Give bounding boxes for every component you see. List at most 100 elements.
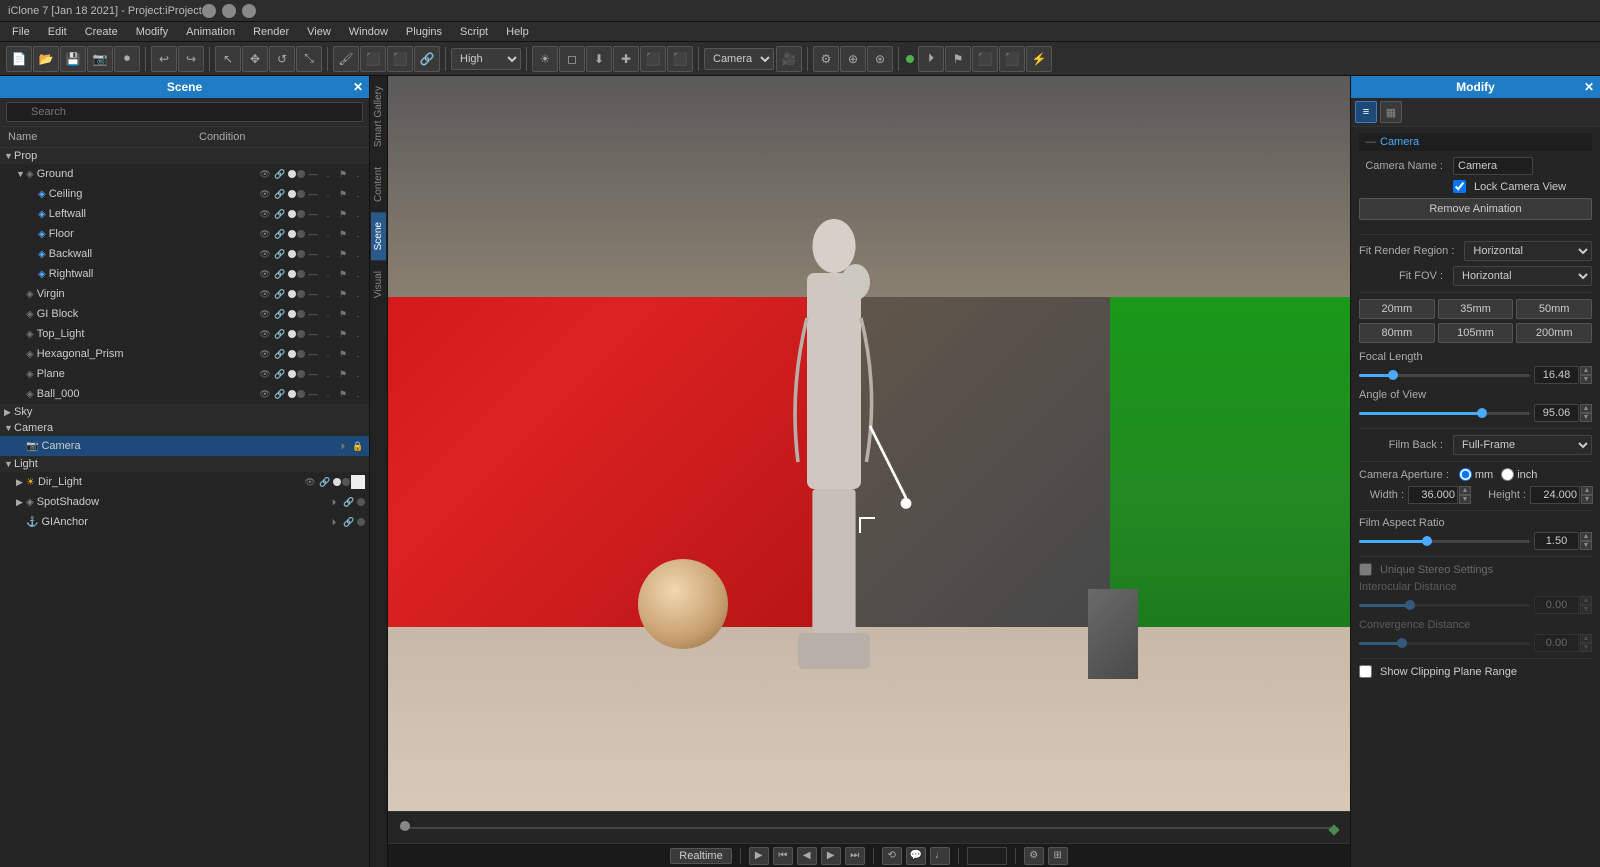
width-step-up[interactable]: ▲ (1459, 486, 1471, 495)
backwall-link-icon[interactable]: 🔗 (273, 247, 287, 261)
open-button[interactable]: 📂 (33, 46, 59, 72)
tree-group-prop-header[interactable]: ▼ Prop (0, 148, 369, 164)
menu-create[interactable]: Create (77, 25, 126, 39)
view5-button[interactable]: ⬛ (667, 46, 693, 72)
ceiling-dot2[interactable] (297, 190, 305, 198)
tab-content[interactable]: Content (371, 157, 386, 212)
rightwall-dot1[interactable] (288, 270, 296, 278)
rightwall-flag-icon[interactable]: ⚑ (336, 267, 350, 281)
menu-animation[interactable]: Animation (178, 25, 243, 39)
ball-dot1[interactable] (288, 390, 296, 398)
giblock-eye-icon[interactable]: 👁 (258, 307, 272, 321)
rotate-button[interactable]: ↺ (269, 46, 295, 72)
view-mode-button[interactable]: ◻ (559, 46, 585, 72)
video-camera-button[interactable]: 🎥 (776, 46, 802, 72)
menu-render[interactable]: Render (245, 25, 297, 39)
camera-select[interactable]: Camera (704, 48, 774, 70)
fit-fov-select[interactable]: Horizontal Vertical (1453, 266, 1592, 286)
next-frame-button[interactable]: ⏭ (845, 847, 865, 865)
fit-render-select[interactable]: Horizontal Vertical (1464, 241, 1592, 261)
spotshadow-play[interactable]: ⏵ (327, 495, 341, 509)
rightwall-dot2[interactable] (297, 270, 305, 278)
film-aspect-thumb[interactable] (1422, 536, 1432, 546)
tree-row-camera[interactable]: 📷 Camera ⏵ 🔒 (0, 436, 369, 456)
mm-35-button[interactable]: 35mm (1438, 299, 1514, 319)
snap-button[interactable]: ⬛ (387, 46, 413, 72)
floor-flag-icon[interactable]: ⚑ (336, 227, 350, 241)
hexprism-dot2[interactable] (297, 350, 305, 358)
remove-animation-button[interactable]: Remove Animation (1359, 198, 1592, 220)
tree-group-camera-header[interactable]: ▼ Camera (0, 420, 369, 436)
tool3-button[interactable]: ⊛ (867, 46, 893, 72)
leftwall-dot1[interactable] (288, 210, 296, 218)
clipping-checkbox[interactable] (1359, 665, 1372, 678)
anim1-button[interactable]: ⏵ (918, 46, 944, 72)
tool1-button[interactable]: ⚙ (813, 46, 839, 72)
ball-dot2[interactable] (297, 390, 305, 398)
film-aspect-step-down[interactable]: ▼ (1580, 541, 1592, 550)
virgin-link-icon[interactable]: 🔗 (273, 287, 287, 301)
film-aspect-step-up[interactable]: ▲ (1580, 532, 1592, 541)
tree-row-rightwall[interactable]: ◈ Rightwall 👁 🔗 — . ⚑ . (0, 264, 369, 284)
search-input[interactable] (6, 102, 363, 122)
rightwall-link-icon[interactable]: 🔗 (273, 267, 287, 281)
prev-frame-button[interactable]: ⏮ (773, 847, 793, 865)
menu-window[interactable]: Window (341, 25, 396, 39)
leftwall-dot2[interactable] (297, 210, 305, 218)
toplight-flag-icon[interactable]: ⚑ (336, 327, 350, 341)
tree-row-spotshadow[interactable]: ▶ ◈ SpotShadow ⏵ 🔗 (0, 492, 369, 512)
tab-smart-gallery[interactable]: Smart Gallery (371, 76, 386, 157)
height-step-down[interactable]: ▼ (1581, 495, 1593, 504)
backwall-flag-icon[interactable]: ⚑ (336, 247, 350, 261)
anim4-button[interactable]: ⬛ (999, 46, 1025, 72)
focal-value-input[interactable] (1534, 366, 1579, 384)
timeline-track[interactable] (388, 812, 1350, 843)
tree-group-light-header[interactable]: ▼ Light (0, 456, 369, 472)
mm-80-button[interactable]: 80mm (1359, 323, 1435, 343)
tree-row-gianchor[interactable]: ⚓ GIAnchor ⏵ 🔗 (0, 512, 369, 532)
dirlight-eye-icon[interactable]: 👁 (303, 475, 317, 489)
gianchor-dot[interactable] (357, 518, 365, 526)
tree-row-dirlight[interactable]: ▶ ☀ Dir_Light 👁 🔗 (0, 472, 369, 492)
ground-dot2[interactable] (297, 170, 305, 178)
undo-button[interactable]: ↩ (151, 46, 177, 72)
spotshadow-lock[interactable]: 🔗 (342, 495, 356, 509)
redo-button[interactable]: ↪ (178, 46, 204, 72)
ground-flag-icon[interactable]: ⚑ (336, 167, 350, 181)
giblock-dot1[interactable] (288, 310, 296, 318)
virgin-dot2[interactable] (297, 290, 305, 298)
prop-expand-arrow[interactable]: ▼ (4, 151, 14, 161)
mm-200-button[interactable]: 200mm (1516, 323, 1592, 343)
virgin-dot1[interactable] (288, 290, 296, 298)
floor-link-icon[interactable]: 🔗 (273, 227, 287, 241)
link-button[interactable]: 🔗 (414, 46, 440, 72)
move-button[interactable]: ✥ (242, 46, 268, 72)
menu-modify[interactable]: Modify (128, 25, 176, 39)
minimize-button[interactable] (202, 4, 216, 18)
aperture-mm-label[interactable]: mm (1459, 468, 1493, 481)
hexprism-link-icon[interactable]: 🔗 (273, 347, 287, 361)
ceiling-dot1[interactable] (288, 190, 296, 198)
giblock-flag-icon[interactable]: ⚑ (336, 307, 350, 321)
dirlight-color-swatch[interactable] (351, 475, 365, 489)
giblock-link-icon[interactable]: 🔗 (273, 307, 287, 321)
light-expand-arrow[interactable]: ▼ (4, 459, 14, 469)
tree-row-virgin[interactable]: ◈ Virgin 👁 🔗 — . ⚑ . (0, 284, 369, 304)
aov-slider-thumb[interactable] (1477, 408, 1487, 418)
toplight-dot1[interactable] (288, 330, 296, 338)
speech-button[interactable]: 💬 (906, 847, 926, 865)
toplight-dot2[interactable] (297, 330, 305, 338)
ground-eye-icon[interactable]: 👁 (258, 167, 272, 181)
aov-value-input[interactable] (1534, 404, 1579, 422)
toplight-link-icon[interactable]: 🔗 (273, 327, 287, 341)
screenshot-button[interactable]: 📷 (87, 46, 113, 72)
ball-flag-icon[interactable]: ⚑ (336, 387, 350, 401)
anim3-button[interactable]: ⬛ (972, 46, 998, 72)
lock-camera-checkbox[interactable] (1453, 180, 1466, 193)
dirlight-link-icon[interactable]: 🔗 (318, 475, 332, 489)
tree-row-ceiling[interactable]: ◈ Ceiling 👁 🔗 — . ⚑ . (0, 184, 369, 204)
realtime-toggle[interactable]: Realtime (670, 848, 731, 864)
anim2-button[interactable]: ⚑ (945, 46, 971, 72)
leftwall-flag-icon[interactable]: ⚑ (336, 207, 350, 221)
select-button[interactable]: ↖ (215, 46, 241, 72)
